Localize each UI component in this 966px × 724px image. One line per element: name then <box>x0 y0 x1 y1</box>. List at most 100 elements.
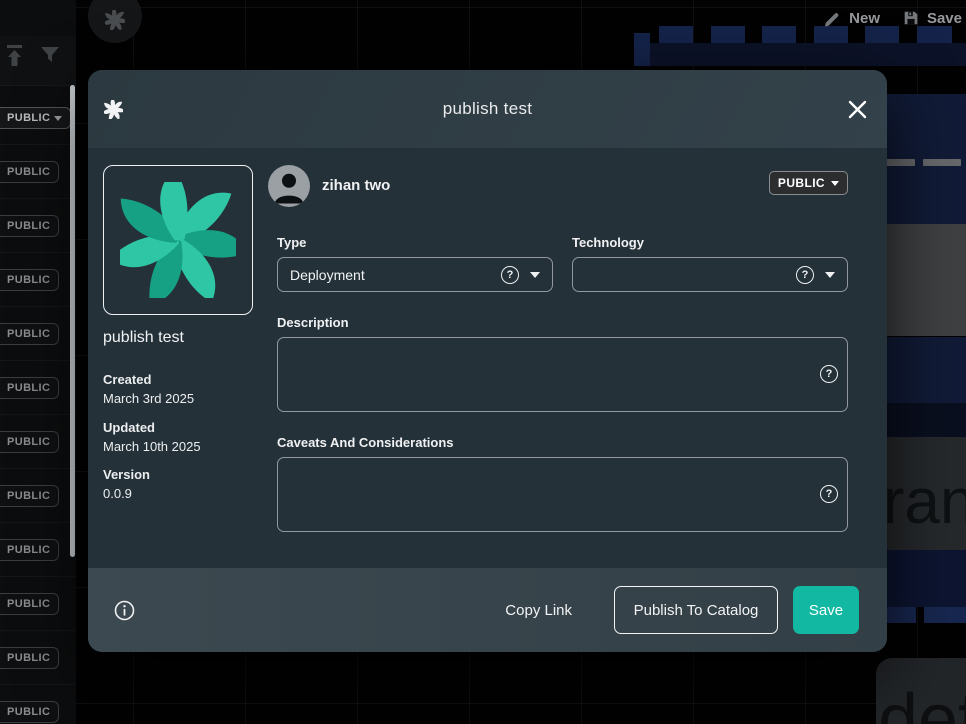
created-label: Created <box>103 371 201 390</box>
technology-label: Technology <box>572 235 644 250</box>
pinwheel-logo <box>120 182 236 298</box>
upload-icon[interactable] <box>4 44 26 68</box>
caveats-label: Caveats And Considerations <box>277 435 454 450</box>
technology-select[interactable]: ? <box>572 257 848 292</box>
modal-header: publish test <box>88 70 887 148</box>
visibility-badge-label: PUBLIC <box>7 328 50 340</box>
close-icon[interactable] <box>848 100 867 119</box>
sidebar-row[interactable]: PUBLIC <box>0 631 76 685</box>
chevron-down-icon <box>831 181 839 186</box>
info-icon[interactable] <box>114 600 135 621</box>
node-card-darknavy[interactable] <box>880 403 966 437</box>
visibility-select[interactable]: PUBLIC <box>769 171 848 195</box>
visibility-badge[interactable]: PUBLIC <box>0 539 59 561</box>
visibility-badge-label: PUBLIC <box>7 652 50 664</box>
visibility-badge[interactable]: PUBLIC <box>0 377 59 399</box>
sidebar-row[interactable]: PUBLIC <box>0 145 76 199</box>
avatar <box>268 165 310 207</box>
sidebar-row[interactable]: PUBLIC <box>0 199 76 253</box>
sidebar-row[interactable]: PUBLIC <box>0 307 76 361</box>
new-button-label: New <box>849 10 880 27</box>
visibility-badge[interactable]: PUBLIC <box>0 269 59 291</box>
updated-value: March 10th 2025 <box>103 438 201 457</box>
help-icon[interactable]: ? <box>796 266 814 284</box>
sidebar-row[interactable]: PUBLIC <box>0 577 76 631</box>
owner-row: zihan two PUBLIC <box>268 165 848 207</box>
publish-modal: publish test <box>88 70 887 652</box>
sidebar: PUBLIC PUBLIC PUBLIC PUBLIC PUBLIC PUBLI… <box>0 0 76 724</box>
skeleton-line <box>923 159 961 166</box>
sidebar-row[interactable]: PUBLIC <box>0 469 76 523</box>
help-icon[interactable]: ? <box>820 365 838 383</box>
visibility-badge[interactable]: PUBLIC <box>0 161 59 183</box>
visibility-badge-label: PUBLIC <box>7 220 50 232</box>
visibility-badge[interactable]: PUBLIC <box>0 485 59 507</box>
visibility-badge-label: PUBLIC <box>7 598 50 610</box>
asset-meta: Created March 3rd 2025 Updated March 10t… <box>103 371 201 504</box>
caveats-input[interactable] <box>277 457 848 532</box>
updated-label: Updated <box>103 419 201 438</box>
chart-band <box>650 43 966 66</box>
save-toolbar-button[interactable]: Save <box>902 9 962 27</box>
sidebar-row[interactable]: PUBLIC <box>0 91 76 145</box>
person-icon <box>268 165 310 207</box>
version-label: Version <box>103 466 201 485</box>
visibility-badge-label: PUBLIC <box>7 490 50 502</box>
type-label: Type <box>277 235 306 250</box>
visibility-badge[interactable]: PUBLIC <box>0 107 71 129</box>
type-value: Deployment <box>290 267 501 283</box>
node-card-defa[interactable]: defa <box>876 658 966 724</box>
node-card-gray[interactable] <box>880 224 966 336</box>
sidebar-row[interactable]: PUBLIC <box>0 685 76 724</box>
chevron-down-icon <box>825 272 835 278</box>
visibility-badge-label: PUBLIC <box>7 544 50 556</box>
node-card-navy[interactable] <box>880 337 966 403</box>
new-button[interactable]: New <box>823 9 880 28</box>
chevron-down-icon <box>530 272 540 278</box>
visibility-badge-label: PUBLIC <box>7 706 50 718</box>
type-select[interactable]: Deployment ? <box>277 257 553 292</box>
visibility-badge-label: PUBLIC <box>7 112 50 124</box>
node-card-ran[interactable]: ran <box>880 437 966 550</box>
visibility-badge[interactable]: PUBLIC <box>0 323 59 345</box>
version-value: 0.0.9 <box>103 485 201 504</box>
visibility-badge-label: PUBLIC <box>7 436 50 448</box>
copy-link-button[interactable]: Copy Link <box>505 602 572 619</box>
visibility-badge[interactable]: PUBLIC <box>0 647 59 669</box>
chart-bar-small <box>924 607 966 623</box>
pinwheel-icon <box>105 10 125 30</box>
sidebar-row[interactable]: PUBLIC <box>0 523 76 577</box>
help-icon[interactable]: ? <box>820 485 838 503</box>
node-card-big-label: defa <box>878 684 966 724</box>
node-card-navy2[interactable] <box>880 550 966 607</box>
chevron-down-icon <box>54 116 62 121</box>
save-button[interactable]: Save <box>793 586 859 634</box>
sidebar-row[interactable]: PUBLIC <box>0 415 76 469</box>
chart-bar <box>634 33 650 66</box>
asset-thumbnail <box>103 165 253 315</box>
created-value: March 3rd 2025 <box>103 390 201 409</box>
visibility-badge-label: PUBLIC <box>7 166 50 178</box>
modal-body: publish test Created March 3rd 2025 Upda… <box>88 148 887 568</box>
modal-footer: Copy Link Publish To Catalog Save <box>88 568 887 652</box>
sidebar-list: PUBLIC PUBLIC PUBLIC PUBLIC PUBLIC PUBLI… <box>0 91 76 724</box>
visibility-value: PUBLIC <box>778 176 825 190</box>
publish-to-catalog-button[interactable]: Publish To Catalog <box>614 586 778 634</box>
node-card-navy[interactable] <box>880 94 966 224</box>
sidebar-row[interactable]: PUBLIC <box>0 361 76 415</box>
visibility-badge[interactable]: PUBLIC <box>0 593 59 615</box>
save-toolbar-label: Save <box>927 10 962 27</box>
description-label: Description <box>277 315 349 330</box>
sidebar-row[interactable]: PUBLIC <box>0 253 76 307</box>
visibility-badge[interactable]: PUBLIC <box>0 431 59 453</box>
help-icon[interactable]: ? <box>501 266 519 284</box>
sidebar-scrollbar[interactable] <box>70 85 75 557</box>
description-input[interactable] <box>277 337 848 412</box>
visibility-badge[interactable]: PUBLIC <box>0 701 59 723</box>
visibility-badge[interactable]: PUBLIC <box>0 215 59 237</box>
modal-title: publish test <box>88 99 887 119</box>
visibility-badge-label: PUBLIC <box>7 274 50 286</box>
pencil-icon <box>823 9 842 28</box>
skeleton-line <box>884 159 915 166</box>
filter-icon[interactable] <box>39 45 61 67</box>
